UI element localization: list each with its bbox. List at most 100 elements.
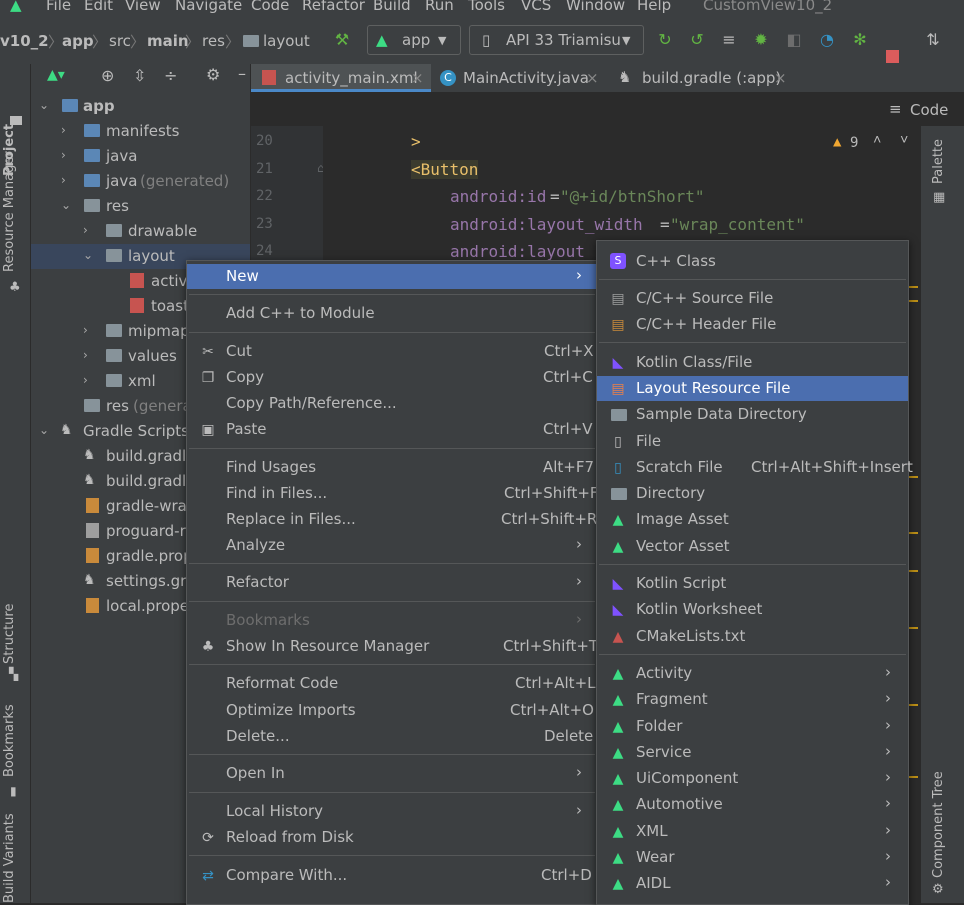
submenu-item-kotlin-class[interactable]: ◣ Kotlin Class/File [597,350,908,375]
menu-item-reload-from-disk[interactable]: ⟳ Reload from Disk [187,825,597,850]
menu-edit[interactable]: Edit [84,0,113,14]
breadcrumb-layout[interactable]: layout [263,32,310,50]
submenu-item-fragment[interactable]: ▲ Fragment › [597,687,908,712]
menu-item-copy-path[interactable]: Copy Path/Reference... [187,391,597,416]
component-tree-tool-tab[interactable]: Component Tree [931,771,946,878]
apply-changes-icon[interactable]: ↻ [656,31,674,49]
next-highlight-icon[interactable]: ˅ [900,132,908,149]
close-icon[interactable]: × [774,69,787,87]
menu-item-reformat-code[interactable]: Reformat Code Ctrl+Alt+L [187,671,597,696]
menu-item-replace-in-files[interactable]: Replace in Files... Ctrl+Shift+R [187,507,597,532]
submenu-item-kotlin-script[interactable]: ◣ Kotlin Script [597,571,908,596]
profile-icon[interactable]: ◧ [785,31,803,49]
android-view-icon[interactable]: ▲▾ [47,67,65,83]
breadcrumb-main[interactable]: main [147,32,189,50]
tree-item-manifests[interactable]: › manifests [31,119,250,144]
palette-tool-tab[interactable]: Palette [931,139,946,184]
debug-icon[interactable]: ✹ [752,31,770,49]
build-variants-tool-tab[interactable]: Build Variants [2,813,17,903]
menu-item-find-usages[interactable]: Find Usages Alt+F7 [187,455,597,480]
submenu-item-wear[interactable]: ▲ Wear › [597,845,908,870]
apply-code-changes-icon[interactable]: ↺ [688,31,706,49]
breadcrumb-src[interactable]: src [109,32,131,50]
previous-highlight-icon[interactable]: ˄ [873,132,881,149]
submenu-item-cpp-header[interactable]: ▤ C/C++ Header File [597,312,908,337]
submenu-item-cpp-source[interactable]: ▤ C/C++ Source File [597,286,908,311]
submenu-item-xml[interactable]: ▲ XML › [597,819,908,844]
menu-item-delete[interactable]: Delete... Delete [187,724,597,749]
sync-gradle-icon[interactable]: ⇅ [924,31,942,49]
menu-item-compare-with[interactable]: ⇄ Compare With... Ctrl+D [187,863,597,888]
menu-item-analyze[interactable]: Analyze › [187,533,597,558]
device-select[interactable]: ▯ API 33 Triamisu ▼ [469,25,644,55]
hide-icon[interactable]: – [238,64,246,83]
menu-item-local-history[interactable]: Local History › [187,799,597,824]
resource-manager-tool-tab[interactable]: Resource Manager [2,151,17,272]
tree-item-res[interactable]: ⌄ res [31,194,250,219]
submenu-item-kotlin-worksheet[interactable]: ◣ Kotlin Worksheet [597,597,908,622]
menu-item-optimize-imports[interactable]: Optimize Imports Ctrl+Alt+O [187,698,597,723]
menu-item-new[interactable]: New › [187,264,597,289]
breadcrumb-app[interactable]: app [62,32,94,50]
tree-item-java-generated[interactable]: › java (generated) [31,169,250,194]
menu-item-add-cpp[interactable]: Add C++ to Module [187,301,597,326]
submenu-item-scratch-file[interactable]: ▯ Scratch File Ctrl+Alt+Shift+Insert [597,455,913,480]
close-icon[interactable]: × [586,69,599,87]
tree-item-drawable[interactable]: › drawable [31,219,250,244]
tree-item-java[interactable]: › java [31,144,250,169]
submenu-item-uicomponent[interactable]: ▲ UiComponent › [597,766,908,791]
tab-build-gradle[interactable]: ♞ build.gradle (:app) × [615,64,795,92]
submenu-item-image-asset[interactable]: ▲ Image Asset [597,507,908,532]
tree-item-app[interactable]: ⌄ app [31,94,250,119]
gear-icon[interactable]: ⚙ [206,65,220,84]
logcat-icon[interactable]: ≡ [720,31,738,49]
submenu-item-file[interactable]: ▯ File [597,429,908,454]
menu-code[interactable]: Code [251,0,289,14]
menu-window[interactable]: Window [566,0,625,14]
menu-item-cut[interactable]: ✂ Cut Ctrl+X [187,339,597,364]
tab-main-activity[interactable]: C MainActivity.java × [437,64,607,92]
submenu-item-aidl[interactable]: ▲ AIDL › [597,871,908,896]
close-icon[interactable]: × [411,69,424,87]
collapse-all-icon[interactable]: ÷ [164,66,177,85]
submenu-item-directory[interactable]: Directory [597,481,908,506]
menu-help[interactable]: Help [637,0,671,14]
menu-tools[interactable]: Tools [468,0,505,14]
menu-item-show-in-resource-manager[interactable]: ♣ Show In Resource Manager Ctrl+Shift+T [187,634,598,659]
menu-view[interactable]: View [125,0,161,14]
locate-icon[interactable]: ⊕ [101,66,114,85]
submenu-item-service[interactable]: ▲ Service › [597,740,908,765]
bookmarks-tool-tab[interactable]: Bookmarks [2,704,17,777]
menu-item-refactor[interactable]: Refactor › [187,570,597,595]
profiler-icon[interactable]: ◔ [818,31,836,49]
breadcrumb-res[interactable]: res [202,32,225,50]
submenu-item-activity[interactable]: ▲ Activity › [597,661,908,686]
menu-item-open-in[interactable]: Open In › [187,761,597,786]
menu-navigate[interactable]: Navigate [175,0,242,14]
menu-item-copy[interactable]: ❐ Copy Ctrl+C [187,365,597,390]
tab-activity-main[interactable]: activity_main.xml × [251,64,431,92]
menu-refactor[interactable]: Refactor [302,0,365,14]
menu-vcs[interactable]: VCS [521,0,551,14]
menu-item-find-in-files[interactable]: Find in Files... Ctrl+Shift+F [187,481,599,506]
menu-build[interactable]: Build [373,0,411,14]
menu-run[interactable]: Run [425,0,454,14]
submenu-item-layout-resource-file[interactable]: ▤ Layout Resource File [597,376,908,401]
hammer-icon[interactable]: ⚒ [333,31,351,49]
breadcrumb-project[interactable]: v10_2 [0,32,49,50]
submenu-item-folder[interactable]: ▲ Folder › [597,714,908,739]
attach-debugger-icon[interactable]: ✻ [851,31,869,49]
warning-icon[interactable]: ▲ [833,134,841,150]
code-mode-button[interactable]: Code [910,101,948,119]
menu-file[interactable]: File [46,0,71,14]
submenu-item-sample-data-directory[interactable]: Sample Data Directory [597,402,908,427]
run-config-select[interactable]: ▲ app ▼ [367,25,461,55]
structure-tool-tab[interactable]: Structure [2,604,17,664]
expand-all-icon[interactable]: ⇳ [133,66,146,85]
stop-icon[interactable] [886,50,899,63]
submenu-item-vector-asset[interactable]: ▲ Vector Asset [597,534,908,559]
submenu-item-cpp-class[interactable]: S C++ Class [597,249,908,274]
menu-item-paste[interactable]: ▣ Paste Ctrl+V [187,417,597,442]
submenu-item-cmakelists[interactable]: ▲ CMakeLists.txt [597,624,908,649]
submenu-item-automotive[interactable]: ▲ Automotive › [597,792,908,817]
